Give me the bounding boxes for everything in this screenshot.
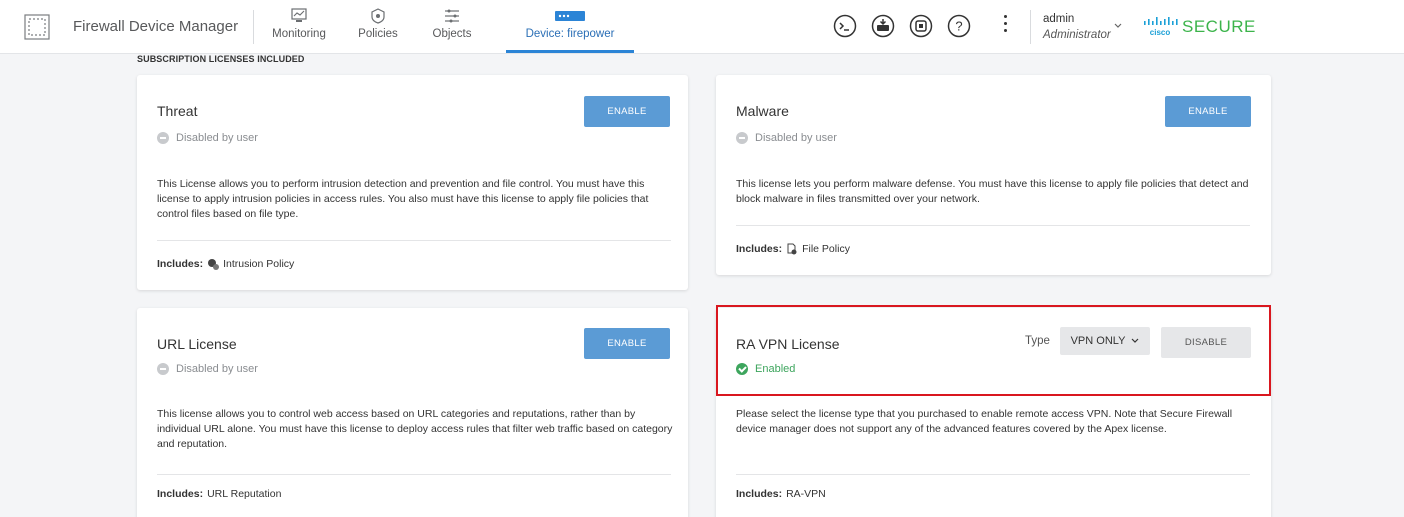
card-includes: Includes: Intrusion Policy — [157, 258, 294, 270]
svg-text:?: ? — [955, 19, 962, 34]
status-text: Disabled by user — [176, 363, 258, 375]
status-indicator: Disabled by user — [157, 363, 258, 375]
device-icon — [555, 11, 585, 21]
nav-monitoring[interactable]: Monitoring — [269, 6, 329, 52]
nav-monitoring-label: Monitoring — [272, 28, 326, 40]
help-icon[interactable]: ? — [947, 14, 971, 38]
license-card-url: URL License Disabled by user ENABLE This… — [137, 308, 688, 517]
objects-icon — [445, 9, 459, 23]
card-divider — [157, 240, 671, 241]
policies-icon — [371, 8, 385, 24]
includes-label: Includes: — [157, 488, 204, 500]
card-description: Please select the license type that you … — [736, 408, 1233, 435]
includes-value: RA-VPN — [786, 488, 826, 500]
more-options-icon[interactable] — [1002, 15, 1008, 37]
card-divider — [736, 474, 1250, 475]
top-navigation-bar: Firewall Device Manager Monitoring Polic… — [0, 0, 1404, 54]
status-indicator: Disabled by user — [157, 132, 258, 144]
secure-brand-text: SECURE — [1182, 17, 1256, 36]
header-divider — [253, 10, 254, 44]
monitoring-icon — [291, 8, 307, 22]
nav-objects-label: Objects — [432, 28, 472, 40]
license-card-malware: Malware Disabled by user ENABLE This lic… — [716, 75, 1271, 275]
highlight-annotation-box — [716, 305, 1271, 396]
active-tab-indicator — [506, 50, 634, 53]
nav-device[interactable]: Device: firepower — [506, 6, 634, 52]
header-divider — [1030, 10, 1031, 44]
nav-device-label: Device: firepower — [525, 28, 615, 40]
disabled-status-icon — [157, 363, 169, 375]
card-description: This License allows you to perform intru… — [157, 178, 649, 220]
cli-console-icon[interactable] — [833, 14, 857, 38]
includes-value: Intrusion Policy — [223, 258, 295, 270]
section-header: SUBSCRIPTION LICENSES INCLUDED — [137, 54, 305, 64]
includes-label: Includes: — [736, 243, 783, 255]
card-includes: Includes: RA-VPN — [736, 488, 826, 500]
nav-policies[interactable]: Policies — [353, 6, 403, 52]
cisco-logo: cisco — [1144, 17, 1178, 37]
disabled-status-icon — [736, 132, 748, 144]
card-includes: Includes: File Policy — [736, 243, 850, 255]
disabled-status-icon — [157, 132, 169, 144]
intrusion-policy-icon — [208, 259, 220, 270]
enable-button[interactable]: ENABLE — [1165, 96, 1251, 127]
card-divider — [736, 225, 1250, 226]
fdm-logo-icon[interactable] — [24, 14, 50, 40]
file-policy-icon — [787, 243, 797, 255]
status-text: Disabled by user — [176, 132, 258, 144]
api-explorer-icon[interactable] — [909, 14, 933, 38]
card-title: Malware — [736, 103, 789, 119]
card-title: Threat — [157, 103, 198, 119]
enable-button[interactable]: ENABLE — [584, 96, 670, 127]
status-text: Disabled by user — [755, 132, 837, 144]
includes-value: File Policy — [802, 243, 850, 255]
card-includes: Includes: URL Reputation — [157, 488, 281, 500]
status-indicator: Disabled by user — [736, 132, 837, 144]
app-title: Firewall Device Manager — [73, 18, 239, 35]
card-divider — [157, 474, 671, 475]
includes-label: Includes: — [157, 258, 204, 270]
svg-text:cisco: cisco — [1150, 28, 1171, 37]
user-name[interactable]: admin — [1043, 13, 1074, 25]
card-description: This license allows you to control web a… — [157, 408, 673, 450]
includes-value: URL Reputation — [207, 488, 282, 500]
includes-label: Includes: — [736, 488, 783, 500]
card-description: This license lets you perform malware de… — [736, 178, 1249, 205]
user-role: Administrator — [1043, 29, 1111, 41]
enable-button[interactable]: ENABLE — [584, 328, 670, 359]
card-title: URL License — [157, 336, 237, 352]
license-card-threat: Threat Disabled by user ENABLE This Lice… — [137, 75, 688, 290]
deploy-icon[interactable] — [871, 14, 895, 38]
nav-policies-label: Policies — [358, 28, 398, 40]
chevron-down-icon[interactable] — [1113, 22, 1123, 30]
nav-objects[interactable]: Objects — [427, 6, 477, 52]
